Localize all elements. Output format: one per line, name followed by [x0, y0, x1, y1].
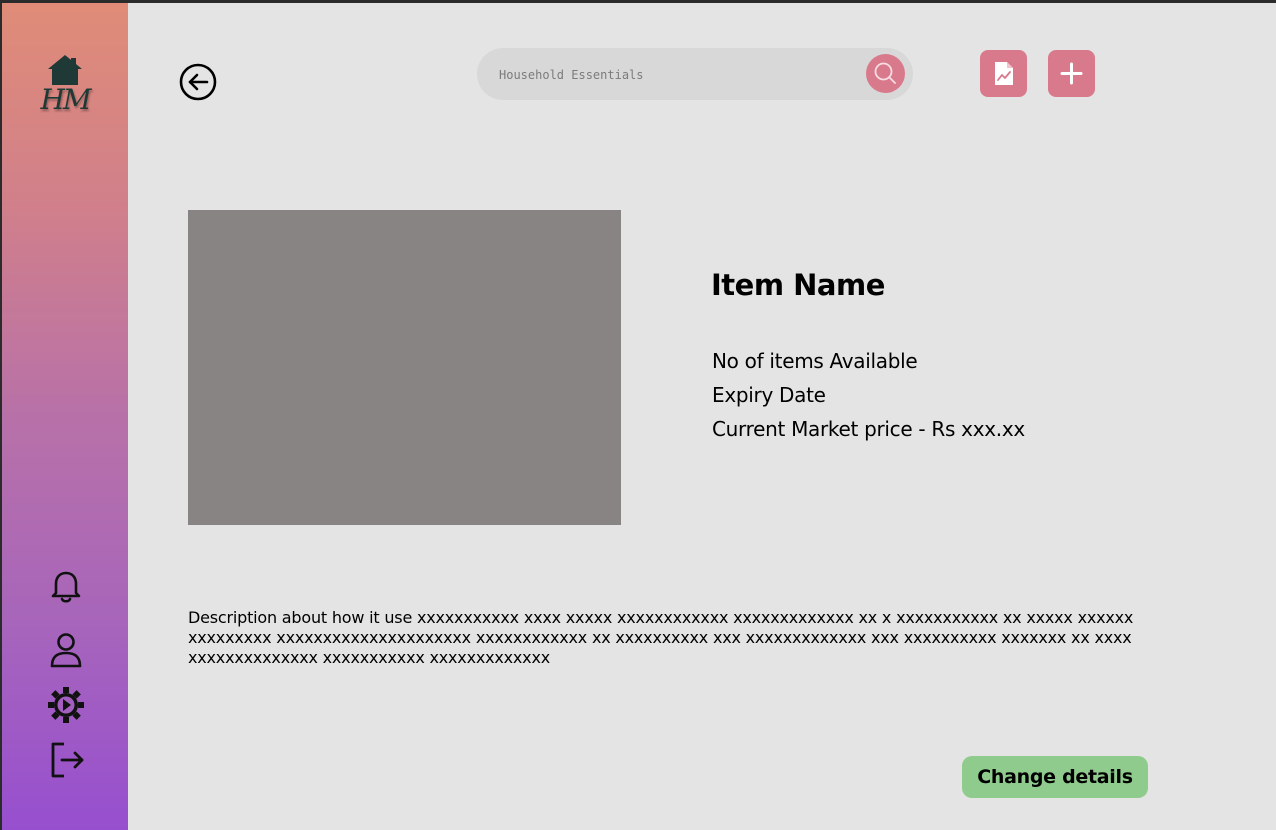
logout-icon[interactable] [46, 740, 86, 780]
back-arrow-icon[interactable] [178, 62, 218, 102]
logo-text: HM [40, 83, 91, 116]
sidebar: HM [2, 3, 128, 830]
market-price: Current Market price - Rs xxx.xx [712, 417, 1025, 441]
app-window: HM Household Essentials Item Name No of … [2, 3, 1276, 830]
plus-icon [1060, 62, 1083, 85]
items-available: No of items Available [712, 349, 918, 373]
item-image [188, 210, 621, 525]
item-name: Item Name [711, 268, 885, 302]
user-icon[interactable] [46, 630, 86, 670]
change-details-button[interactable]: Change details [962, 756, 1148, 798]
report-button[interactable] [980, 50, 1027, 97]
search-bar [477, 48, 913, 100]
document-chart-icon [995, 62, 1013, 85]
search-icon [874, 62, 896, 84]
search-button[interactable] [866, 54, 905, 93]
settings-icon[interactable] [46, 685, 86, 725]
bell-icon[interactable] [46, 566, 86, 606]
search-input[interactable] [497, 62, 861, 88]
item-description: Description about how it use xxxxxxxxxxx… [188, 608, 1134, 667]
add-item-button[interactable] [1048, 50, 1095, 97]
app-logo[interactable]: HM [30, 51, 100, 126]
expiry-date: Expiry Date [712, 383, 826, 407]
